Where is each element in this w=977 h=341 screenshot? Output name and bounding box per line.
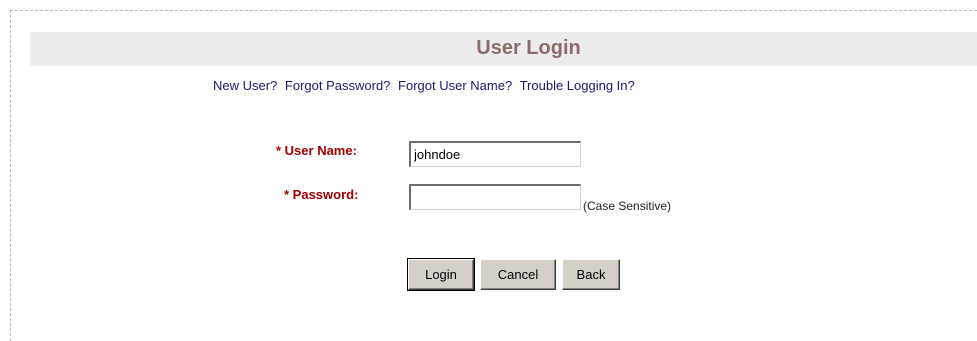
trouble-logging-in-link[interactable]: Trouble Logging In?: [520, 78, 635, 93]
username-input[interactable]: [409, 141, 581, 167]
page-title: User Login: [476, 37, 581, 59]
username-label: * User Name:: [276, 143, 357, 158]
case-sensitive-hint: (Case Sensitive): [583, 199, 672, 213]
forgot-password-link[interactable]: Forgot Password?: [285, 78, 391, 93]
new-user-link[interactable]: New User?: [213, 78, 277, 93]
cancel-button[interactable]: Cancel: [480, 259, 556, 290]
back-button[interactable]: Back: [562, 259, 620, 290]
help-links: New User? Forgot Password? Forgot User N…: [213, 78, 639, 93]
login-button[interactable]: Login: [407, 258, 475, 291]
title-bar: User Login: [30, 32, 977, 66]
password-label: * Password:: [284, 187, 359, 202]
forgot-user-name-link[interactable]: Forgot User Name?: [398, 78, 512, 93]
password-input[interactable]: [409, 184, 581, 210]
